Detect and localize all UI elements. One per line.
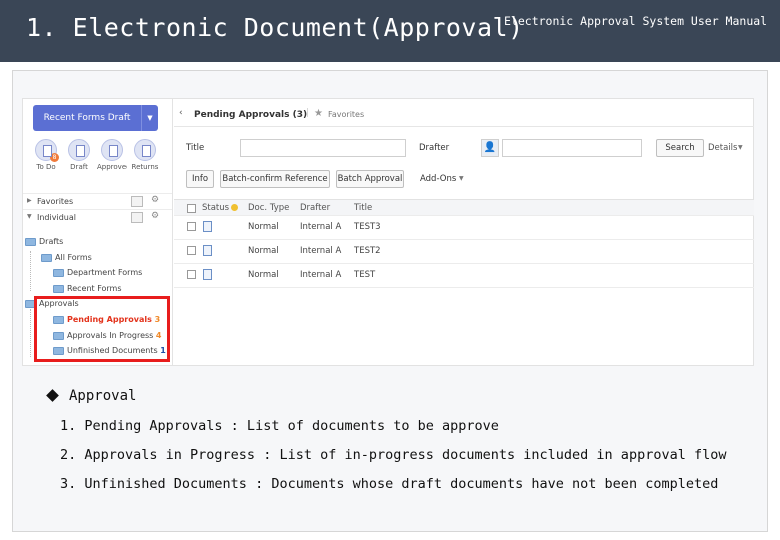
row-checkbox[interactable] — [187, 222, 196, 231]
tree-label: Recent Forms — [67, 284, 122, 293]
tree-label: Department Forms — [67, 268, 143, 277]
diamond-bullet-icon — [46, 388, 59, 402]
back-arrow-icon[interactable]: ‹ — [179, 108, 183, 118]
select-all-checkbox[interactable] — [187, 204, 196, 213]
right-panel: ‹ Pending Approvals (3) | ★ Favorites Ti… — [174, 99, 754, 365]
left-panel: Recent Forms Draft ▼ 8 To Do Draft Appro… — [23, 99, 173, 365]
individual-label: Individual — [37, 213, 76, 222]
tree-label: Drafts — [39, 237, 64, 246]
tree-label: All Forms — [55, 253, 92, 262]
drafter-cell: Internal A — [300, 270, 342, 280]
tree-connector — [30, 309, 31, 357]
title-cell[interactable]: TEST3 — [354, 222, 381, 232]
status-dot-icon — [231, 204, 239, 211]
todo-badge: 8 — [50, 153, 59, 162]
document-icon — [203, 245, 212, 256]
app-screenshot: Recent Forms Draft ▼ 8 To Do Draft Appro… — [22, 98, 754, 366]
quick-todo[interactable]: 8 To Do — [31, 139, 61, 171]
folder-icon — [25, 237, 36, 246]
quick-approved[interactable]: Approved — [97, 139, 127, 171]
approval-heading-text: Approval — [69, 388, 137, 404]
quick-approved-label: Approved — [97, 163, 127, 171]
quick-draft[interactable]: Draft — [64, 139, 94, 171]
folder-icon — [53, 284, 64, 293]
table-row[interactable]: Normal Internal A TEST2 — [174, 240, 754, 264]
row-checkbox[interactable] — [187, 270, 196, 279]
doc-type-cell: Normal — [248, 246, 279, 256]
title-label: Title — [186, 143, 205, 153]
list-title: Pending Approvals (3) — [194, 110, 308, 120]
draft-button-label: Recent Forms Draft — [43, 113, 131, 123]
divider: | — [306, 108, 310, 118]
add-ons-menu[interactable]: Add-Ons — [420, 174, 456, 184]
document-icon — [203, 221, 212, 232]
drafter-cell: Internal A — [300, 222, 342, 232]
title-cell[interactable]: TEST2 — [354, 246, 381, 256]
info-button[interactable]: Info — [186, 170, 214, 188]
slide-header: 1. Electronic Document(Approval) Electro… — [0, 0, 780, 62]
doc-type-cell: Normal — [248, 270, 279, 280]
description-item: 3. Unfinished Documents : Documents whos… — [60, 476, 719, 492]
table-header: Status Doc. Type Drafter Title — [174, 199, 754, 216]
list-icon[interactable] — [131, 212, 143, 223]
column-header[interactable]: Title — [354, 203, 372, 213]
recent-forms-draft-button[interactable]: Recent Forms Draft ▼ — [33, 105, 158, 131]
quick-icons: 8 To Do Draft Approved Returns — [31, 139, 171, 175]
quick-returns[interactable]: Returns — [130, 139, 160, 171]
slide-subtitle: Electronic Approval System User Manual — [504, 14, 768, 28]
tree-connector — [30, 251, 31, 291]
collapse-arrow-icon[interactable]: ▼ — [27, 213, 32, 220]
tree-item-all-forms[interactable]: All Forms — [41, 253, 92, 267]
document-icon — [203, 269, 212, 280]
return-icon — [134, 139, 156, 161]
search-button[interactable]: Search — [656, 139, 704, 157]
column-header[interactable]: Status — [202, 203, 239, 213]
gear-icon[interactable]: ⚙ — [151, 211, 159, 221]
chevron-down-icon[interactable]: ▼ — [141, 105, 158, 131]
user-icon[interactable]: 👤 — [481, 139, 499, 157]
batch-confirm-reference-button[interactable]: Batch-confirm Reference — [220, 170, 330, 188]
drafter-input[interactable] — [502, 139, 642, 157]
drafter-label: Drafter — [419, 143, 450, 153]
gear-icon[interactable]: ⚙ — [151, 195, 159, 205]
folder-icon — [41, 253, 52, 262]
approved-icon — [101, 139, 123, 161]
description-item: 2. Approvals in Progress : List of in-pr… — [60, 447, 727, 463]
chevron-down-icon[interactable]: ▼ — [459, 175, 464, 182]
column-header[interactable]: Doc. Type — [248, 203, 289, 213]
approval-heading: Approval — [46, 388, 137, 404]
drafter-cell: Internal A — [300, 246, 342, 256]
table-row[interactable]: Normal Internal A TEST3 — [174, 216, 754, 240]
draft-icon — [68, 139, 90, 161]
highlight-box — [34, 296, 170, 362]
title-cell[interactable]: TEST — [354, 270, 375, 280]
expand-arrow-icon[interactable]: ▶ — [27, 197, 32, 204]
individual-row[interactable]: ▼ Individual ⚙ — [23, 209, 172, 225]
description-item: 1. Pending Approvals : List of documents… — [60, 418, 499, 434]
quick-todo-label: To Do — [36, 163, 56, 171]
row-checkbox[interactable] — [187, 246, 196, 255]
todo-icon: 8 — [35, 139, 59, 162]
favorites-link[interactable]: Favorites — [328, 110, 364, 119]
list-icon[interactable] — [131, 196, 143, 207]
favorites-row[interactable]: ▶ Favorites ⚙ — [23, 193, 172, 209]
batch-approval-button[interactable]: Batch Approval — [336, 170, 404, 188]
table-row[interactable]: Normal Internal A TEST — [174, 264, 754, 288]
doc-type-cell: Normal — [248, 222, 279, 232]
title-input[interactable] — [240, 139, 406, 157]
tree-item-department-forms[interactable]: Department Forms — [53, 268, 142, 282]
slide-title: 1. Electronic Document(Approval) — [26, 13, 524, 42]
quick-draft-label: Draft — [70, 163, 88, 171]
quick-returns-label: Returns — [131, 163, 159, 171]
folder-icon — [53, 268, 64, 277]
star-icon[interactable]: ★ — [314, 108, 323, 119]
chevron-down-icon[interactable]: ▼ — [738, 144, 743, 151]
list-header: ‹ Pending Approvals (3) | ★ Favorites — [174, 105, 754, 127]
column-header[interactable]: Drafter — [300, 203, 330, 213]
tree-item-drafts[interactable]: Drafts — [25, 237, 63, 251]
favorites-label: Favorites — [37, 197, 74, 206]
details-link[interactable]: Details — [708, 143, 737, 153]
